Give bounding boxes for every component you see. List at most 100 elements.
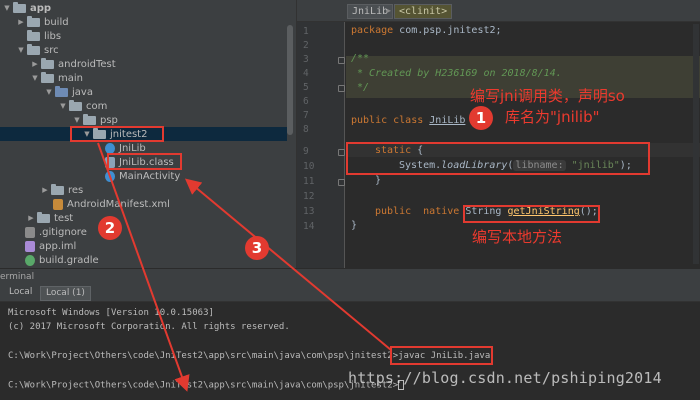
xml-file-icon [53, 198, 63, 210]
tree-item-src[interactable]: ▼ src [16, 43, 59, 57]
tree-item-label: main [58, 72, 83, 84]
tree-item-jnitest2[interactable]: ▼ jnitest2 [0, 127, 287, 141]
line-number: 13 [303, 206, 315, 217]
tab-local[interactable]: Local [4, 286, 37, 301]
class-file-icon [105, 156, 115, 168]
tree-item-label: androidTest [58, 58, 116, 70]
chevron-down-icon[interactable]: ▼ [30, 74, 40, 82]
line-number: 9 [303, 146, 309, 157]
tree-item-java[interactable]: ▼ java [44, 85, 93, 99]
tree-item-jnilib[interactable]: JniLib [104, 141, 146, 155]
line-number: 11 [303, 176, 315, 187]
line-number: 3 [303, 54, 309, 65]
code-editor[interactable]: JniLib ▸ <clinit> 1 2 3 4 5 6 7 8 9 10 1… [296, 0, 700, 268]
chevron-right-icon[interactable]: ▶ [30, 60, 40, 68]
tree-item-label: libs [44, 30, 62, 42]
line-number: 8 [303, 124, 309, 135]
code-line-1: package com.psp.jnitest2; [351, 25, 502, 36]
tree-item-androidmanifest[interactable]: AndroidManifest.xml [52, 197, 170, 211]
source-folder-icon [55, 85, 68, 97]
breadcrumb-clinit[interactable]: <clinit> [394, 4, 453, 19]
folder-icon [27, 43, 40, 55]
tree-item-label: psp [100, 114, 118, 126]
chevron-down-icon[interactable]: ▼ [2, 4, 12, 12]
project-tree: ▼ app ▶ build libs ▼ src ▶ androidTest ▼… [0, 0, 296, 268]
line-number: 7 [303, 110, 309, 121]
package-icon [93, 127, 106, 139]
tree-item-gitignore[interactable]: .gitignore [24, 225, 87, 239]
tree-item-test[interactable]: ▶ test [26, 211, 73, 225]
tree-item-label: src [44, 44, 59, 56]
chevron-down-icon[interactable]: ▼ [82, 130, 92, 138]
chevron-right-icon[interactable]: ▶ [26, 214, 36, 222]
tree-item-com[interactable]: ▼ com [58, 99, 107, 113]
chevron-right-icon[interactable]: ▶ [40, 186, 50, 194]
terminal-command: javac JniLib.java [398, 351, 491, 361]
chevron-down-icon[interactable]: ▼ [72, 116, 82, 124]
gitignore-file-icon [25, 226, 35, 238]
chevron-down-icon[interactable]: ▼ [44, 88, 54, 96]
chevron-down-icon[interactable]: ▼ [16, 46, 26, 54]
tree-item-label: app [30, 2, 52, 14]
package-icon [83, 113, 96, 125]
terminal-title: erminal [0, 272, 35, 282]
tree-item-app[interactable]: ▼ app [2, 1, 51, 15]
tree-item-main[interactable]: ▼ main [30, 71, 83, 85]
folder-icon [51, 183, 64, 195]
editor-breadcrumb-bar: JniLib ▸ <clinit> [297, 0, 700, 22]
tree-item-jnilib-class[interactable]: JniLib.class [104, 155, 174, 169]
gradle-file-icon [25, 254, 35, 266]
code-line-7: public class JniLib { [351, 115, 478, 126]
line-number: 6 [303, 96, 309, 107]
fold-marker-icon[interactable] [338, 85, 345, 92]
chevron-down-icon[interactable]: ▼ [58, 102, 68, 110]
code-line-3: /** [351, 53, 370, 64]
tree-item-label: app.iml [39, 240, 77, 252]
code-line-4: * Created by H236169 on 2018/8/14. [351, 68, 562, 79]
folder-icon [37, 211, 50, 223]
tree-item-build-gradle[interactable]: build.gradle [24, 253, 99, 267]
tree-item-label: com [86, 100, 108, 112]
fold-marker-icon[interactable] [338, 57, 345, 64]
terminal-tabs: Local Local (1) [0, 284, 700, 302]
terminal-line: Microsoft Windows [Version 10.0.15063] [8, 308, 214, 318]
editor-scrollbar[interactable] [693, 24, 699, 264]
tree-item-psp[interactable]: ▼ psp [72, 113, 118, 127]
class-icon [105, 170, 115, 182]
terminal-prompt: C:\Work\Project\Others\code\JniTest2\app… [8, 380, 399, 391]
tree-item-build[interactable]: ▶ build [16, 15, 69, 29]
chevron-right-icon[interactable]: ▶ [16, 18, 26, 26]
tree-item-label: jnitest2 [110, 128, 148, 140]
tree-item-label: JniLib.class [119, 156, 174, 168]
tree-item-androidtest[interactable]: ▶ androidTest [30, 57, 116, 71]
tree-item-label: test [54, 212, 74, 224]
code-line-11: } [375, 175, 382, 186]
tree-item-label: res [68, 184, 84, 196]
terminal-line: C:\Work\Project\Others\code\JniTest2\app… [8, 380, 405, 391]
code-line-5: */ [351, 82, 370, 93]
code-line-14: } [351, 220, 358, 231]
fold-marker-icon[interactable] [338, 149, 345, 156]
folder-icon [13, 1, 26, 13]
code-line-13: public native String getJniString(); [375, 206, 598, 217]
folder-icon [27, 29, 40, 41]
code-line-9: static { [375, 145, 424, 156]
folder-icon [41, 71, 54, 83]
tree-item-app-iml[interactable]: app.iml [24, 239, 76, 253]
iml-file-icon [25, 240, 35, 252]
terminal-line: (c) 2017 Microsoft Corporation. All righ… [8, 322, 290, 332]
line-number: 2 [303, 40, 309, 51]
tree-item-label: java [72, 86, 93, 98]
tab-local-1[interactable]: Local (1) [40, 286, 91, 301]
line-number: 1 [303, 26, 309, 37]
tree-item-res[interactable]: ▶ res [40, 183, 83, 197]
tree-item-label: AndroidManifest.xml [67, 198, 170, 210]
tree-scrollbar[interactable] [287, 25, 293, 135]
tree-item-label: .gitignore [39, 226, 87, 238]
tree-item-libs[interactable]: libs [26, 29, 61, 43]
fold-marker-icon[interactable] [338, 179, 345, 186]
watermark: https://blog.csdn.net/pshiping2014 [348, 369, 662, 387]
tree-item-mainactivity[interactable]: MainActivity [104, 169, 180, 183]
terminal-title-bar: erminal [0, 268, 700, 284]
tree-item-label: JniLib [119, 142, 146, 154]
